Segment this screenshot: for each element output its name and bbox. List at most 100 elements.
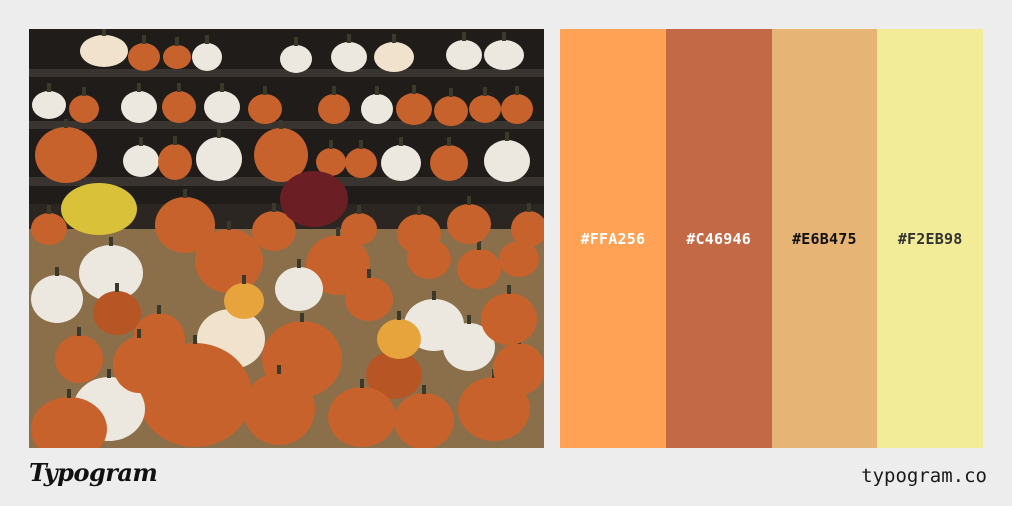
palette-card: #FFA256 #C46946 #E6B475 #F2EB98 Typogram ty… — [0, 0, 1012, 506]
pumpkin — [195, 229, 263, 293]
pumpkin-stem — [432, 291, 436, 300]
pumpkin-stem — [173, 136, 177, 145]
pumpkin — [447, 204, 491, 244]
pumpkin-stem — [300, 313, 304, 322]
pumpkin — [446, 40, 482, 70]
pumpkin-stem — [360, 379, 364, 388]
pumpkin — [484, 40, 524, 70]
pumpkin — [493, 343, 544, 395]
pumpkin — [113, 337, 165, 393]
pumpkin — [377, 319, 421, 359]
pumpkin-stem — [67, 389, 71, 398]
pumpkin-stem — [193, 335, 197, 344]
pumpkin-stem — [102, 29, 106, 36]
pumpkin-stem — [272, 203, 276, 212]
pumpkin — [123, 145, 159, 177]
pumpkin-stem — [336, 227, 340, 236]
pumpkin — [501, 94, 533, 124]
pumpkin-stem — [107, 369, 111, 378]
pumpkin-stem — [139, 137, 143, 146]
pumpkin-stem — [55, 267, 59, 276]
pumpkin — [93, 291, 141, 335]
pumpkin-stem — [392, 34, 396, 43]
pumpkin-stem — [137, 329, 141, 338]
pumpkin-stem — [422, 385, 426, 394]
pumpkin-stem — [297, 259, 301, 268]
pumpkin-stem — [527, 203, 531, 212]
pumpkin-stem — [332, 86, 336, 95]
pumpkin-stem — [467, 196, 471, 205]
color-palette: #FFA256 #C46946 #E6B475 #F2EB98 — [560, 29, 983, 448]
pumpkin-stem — [47, 83, 51, 92]
mum-flower-bush — [61, 183, 137, 235]
swatch-hex-label: #E6B475 — [792, 229, 857, 248]
pumpkin-stem — [157, 305, 161, 314]
pumpkin — [128, 43, 160, 71]
pumpkin — [328, 387, 396, 447]
pumpkin — [204, 91, 240, 123]
swatch-hex-label: #F2EB98 — [897, 229, 963, 248]
pumpkin — [430, 145, 468, 181]
pumpkin — [374, 42, 414, 72]
mum-flower-bush — [280, 171, 348, 227]
pumpkin-stem — [447, 137, 451, 146]
pumpkin — [341, 213, 377, 245]
pumpkin — [275, 267, 323, 311]
pumpkin — [469, 95, 501, 123]
color-swatch: #C46946 — [665, 29, 772, 448]
pumpkin — [35, 127, 97, 183]
pumpkin — [434, 96, 468, 126]
pumpkin-stem — [279, 120, 283, 129]
pumpkin — [162, 91, 196, 123]
pumpkin — [318, 94, 350, 124]
swatch-hex-label: #FFA256 — [580, 229, 646, 248]
pumpkin — [163, 45, 191, 69]
pumpkin-stem — [242, 275, 246, 284]
pumpkin-stem — [227, 221, 231, 230]
pumpkin — [280, 45, 312, 73]
pumpkin — [243, 373, 315, 445]
pumpkin — [69, 95, 99, 123]
pumpkin — [31, 213, 67, 245]
pumpkin-stem — [367, 269, 371, 278]
pumpkin-stem — [109, 237, 113, 246]
pumpkin — [394, 393, 454, 448]
pumpkin-stem — [177, 83, 181, 92]
pumpkin-stem — [329, 140, 333, 149]
pumpkin — [457, 249, 501, 289]
pumpkin — [55, 335, 103, 383]
pumpkin-stem — [77, 327, 81, 336]
pumpkin-stem — [347, 34, 351, 43]
pumpkin — [32, 91, 66, 119]
pumpkin-stem — [142, 35, 146, 44]
pumpkin-stem — [505, 132, 509, 141]
pumpkin — [192, 43, 222, 71]
pumpkin — [397, 214, 441, 254]
pumpkin — [481, 293, 537, 345]
pumpkin — [80, 35, 128, 67]
typogram-logo: Typogram — [29, 458, 158, 487]
pumpkin-stem — [205, 35, 209, 44]
pumpkin-stem — [449, 88, 453, 97]
pumpkin-stem — [183, 189, 187, 198]
pumpkin-stem — [175, 37, 179, 46]
pumpkin — [224, 283, 264, 319]
pumpkin-stem — [357, 205, 361, 214]
pumpkin-stem — [359, 140, 363, 149]
pumpkin-stem — [507, 285, 511, 294]
pumpkin-stem — [375, 86, 379, 95]
pumpkin-stem — [294, 37, 298, 46]
pumpkin-stem — [220, 83, 224, 92]
pumpkin — [158, 144, 192, 180]
pumpkin — [345, 148, 377, 178]
pumpkin-stem — [64, 119, 68, 128]
pumpkin-stem — [515, 86, 519, 95]
pumpkin — [396, 93, 432, 125]
pumpkin-stem — [399, 137, 403, 146]
pumpkin-stem — [417, 206, 421, 215]
pumpkin-stem — [217, 129, 221, 138]
pumpkin-stem — [277, 365, 281, 374]
pumpkin-stem — [462, 32, 466, 41]
pumpkin-stem — [467, 315, 471, 324]
pumpkin-stem — [412, 85, 416, 94]
